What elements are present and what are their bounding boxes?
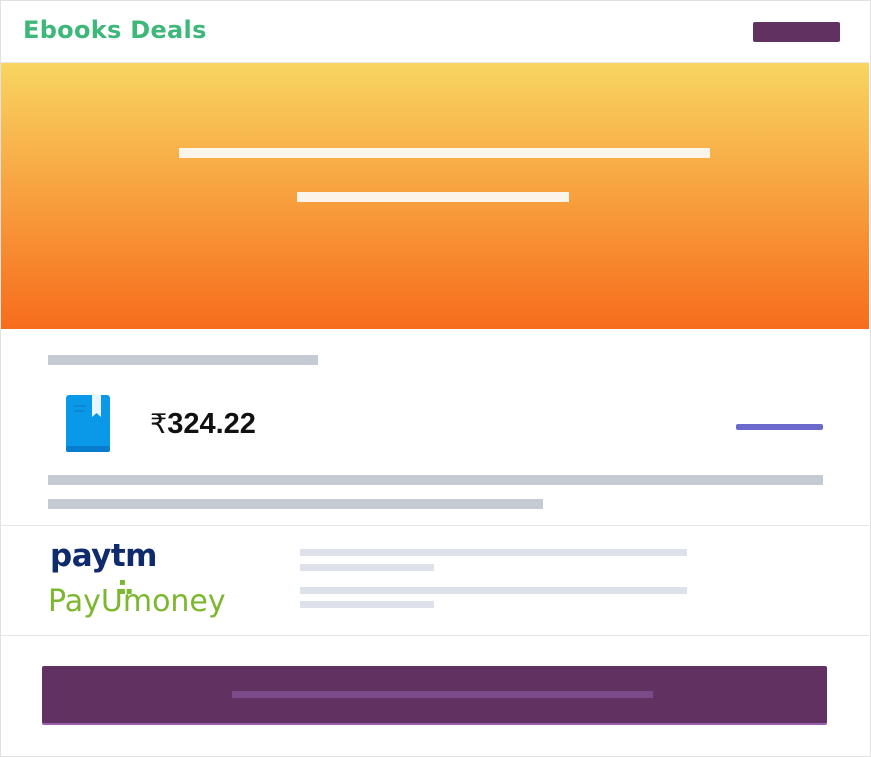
description-line-1	[48, 475, 823, 485]
product-price: ₹324.22	[150, 408, 256, 441]
divider-top	[1, 525, 869, 526]
paytm-detail-line-2	[300, 564, 434, 571]
payu-suffix: money	[122, 584, 226, 619]
currency-symbol: ₹	[150, 409, 168, 440]
checkout-button[interactable]	[42, 666, 827, 723]
hero-subheadline-placeholder	[297, 192, 569, 202]
hero-banner	[1, 62, 869, 329]
checkout-button-label-placeholder	[232, 691, 653, 698]
paytm-logo[interactable]: paytm	[50, 538, 157, 574]
buy-link-placeholder[interactable]	[736, 424, 823, 430]
hero-headline-placeholder	[179, 148, 710, 158]
price-amount: 324.22	[167, 408, 256, 440]
section-title-placeholder	[48, 355, 318, 365]
payu-prefix: PayU	[48, 584, 123, 619]
payu-detail-line-2	[300, 601, 434, 608]
payu-detail-line-1	[300, 587, 687, 594]
brand-title: Ebooks Deals	[23, 16, 207, 44]
header-action-button[interactable]	[753, 22, 840, 42]
divider-bottom	[1, 635, 869, 636]
paytm-detail-line-1	[300, 549, 687, 556]
payumoney-logo[interactable]: PayUmoney ▪ ▪▪	[48, 578, 226, 620]
google-play-books-icon	[66, 395, 110, 452]
payu-dots-icon: ▪ ▪▪	[119, 577, 133, 597]
description-line-2	[48, 499, 543, 509]
